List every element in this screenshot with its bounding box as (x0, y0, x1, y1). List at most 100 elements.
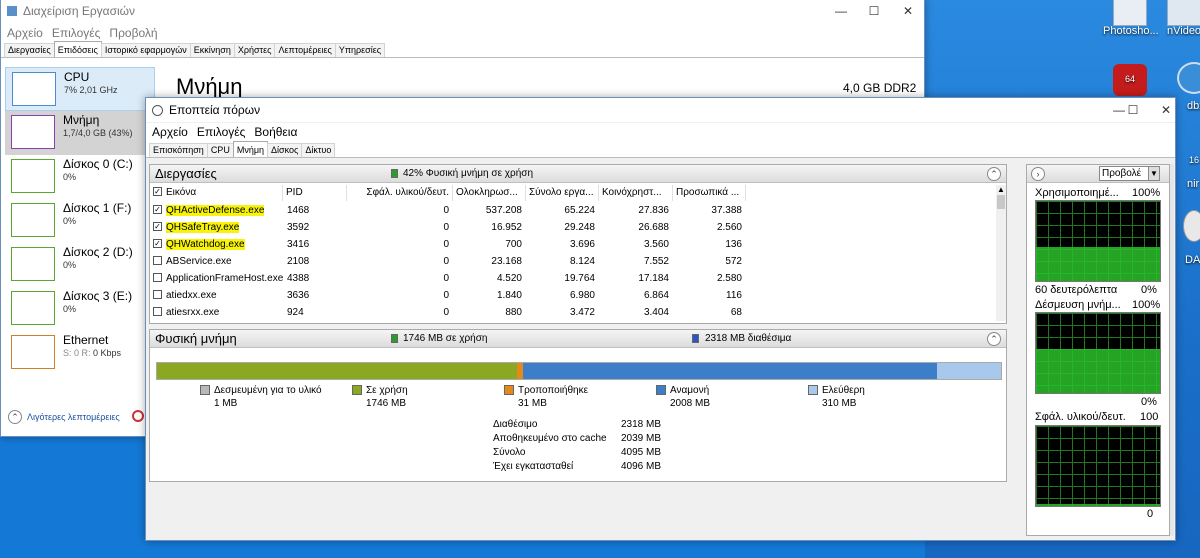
table-cell-private: 37.388 (711, 205, 742, 216)
table-cell-faults: 0 (443, 239, 449, 250)
fewer-details-link[interactable]: Λιγότερες λεπτομέρειες (27, 412, 120, 422)
row-checkbox[interactable]: ✓ (153, 204, 162, 214)
maximize-button[interactable]: ☐ (1118, 99, 1148, 121)
sidebar-item-label: CPU (64, 70, 90, 84)
table-cell-shared: 3.404 (643, 307, 669, 318)
tab-processes[interactable]: Διεργασίες (4, 43, 55, 57)
expand-icon[interactable]: › (1031, 167, 1045, 181)
legend-item: Αναμονή 2008 MB (656, 385, 806, 417)
sidebar-item-ethernet[interactable]: Ethernet S: 0 R: 0 Kbps (5, 331, 155, 375)
column-header[interactable]: Σφάλ. υλικού/δευτ. (347, 185, 453, 201)
close-button[interactable]: ✕ (893, 0, 923, 22)
compass-icon[interactable] (1177, 62, 1200, 94)
disk-thumbnail (11, 203, 55, 237)
graph1-title: Χρησιμοποιημέ... (1035, 187, 1119, 199)
resource-monitor-titlebar[interactable]: Εποπτεία πόρων (146, 98, 1175, 122)
row-checkbox[interactable] (153, 306, 162, 316)
resource-monitor-icon[interactable] (132, 410, 144, 422)
close-button[interactable]: ✕ (1151, 99, 1181, 121)
table-row[interactable]: ABService.exe 2108 0 23.168 8.124 7.552 572 (150, 253, 995, 270)
memory-status: 42% Φυσική μνήμη σε χρήση (403, 168, 534, 179)
tab-users[interactable]: Χρήστες (233, 43, 276, 57)
task-manager-titlebar[interactable]: Διαχείριση Εργασιών (1, 0, 924, 22)
column-header[interactable]: PID (283, 185, 347, 201)
column-header[interactable]: Ολοκληρωσ... (453, 185, 526, 201)
table-cell-commit: 537.208 (485, 205, 522, 216)
menu-options[interactable]: Επιλογές (52, 26, 101, 40)
tab-overview[interactable]: Επισκόπηση (149, 143, 208, 157)
table-cell-commit: 23.168 (491, 256, 522, 267)
maximize-button[interactable]: ☐ (859, 0, 889, 22)
table-row[interactable]: atiedxx.exe 3636 0 1.840 6.980 6.864 116 (150, 287, 995, 304)
menu-view[interactable]: Προβολή (109, 26, 157, 40)
legend-swatch (808, 385, 818, 396)
menu-options[interactable]: Επιλογές (197, 125, 246, 139)
tab-cpu[interactable]: CPU (206, 143, 234, 157)
table-cell-faults: 0 (443, 273, 449, 284)
table-cell-private: 2.560 (716, 222, 742, 233)
scroll-thumb[interactable] (997, 195, 1005, 209)
tab-details[interactable]: Λεπτομέρειες (274, 43, 336, 57)
sidebar-item-disk-2[interactable]: Δίσκος 2 (D:) 0% (5, 243, 155, 287)
tab-disk[interactable]: Δίσκος (267, 143, 303, 157)
column-header[interactable]: Σύνολο εργα... (526, 185, 599, 201)
right-scrollbar[interactable] (1170, 164, 1174, 536)
sidebar-item-disk-1[interactable]: Δίσκος 1 (F:) 0% (5, 199, 155, 243)
table-row[interactable]: atiesrxx.exe 924 0 880 3.472 3.404 68 (150, 304, 995, 320)
table-row[interactable]: ✓ QHWatchdog.exe 3416 0 700 3.696 3.560 136 (150, 236, 995, 253)
table-cell-working: 3.472 (569, 307, 595, 318)
menu-file[interactable]: Αρχείο (152, 125, 188, 139)
process-name: atiedxx.exe (166, 290, 217, 301)
tab-services[interactable]: Υπηρεσίες (334, 43, 386, 57)
collapse-icon[interactable]: ⌃ (8, 410, 22, 424)
edge-label: nir (1187, 178, 1200, 190)
row-checkbox[interactable] (153, 272, 162, 282)
sidebar-item-memory[interactable]: Μνήμη 1,7/4,0 GB (43%) (5, 111, 155, 155)
legend-swatch (352, 385, 362, 396)
table-cell-shared: 17.184 (638, 273, 669, 284)
table-row[interactable]: ApplicationFrameHost.exe 4388 0 4.520 19.764… (150, 270, 995, 287)
disc-icon[interactable] (1183, 210, 1200, 242)
collapse-icon[interactable]: ⌃ (987, 167, 1001, 181)
sidebar-item-cpu[interactable]: CPU 7% 2,01 GHz (5, 67, 155, 111)
physical-memory-header[interactable]: Φυσική μνήμη 1746 MB σε χρήση 2318 MB δι… (150, 330, 1006, 348)
nvidia-icon[interactable] (1167, 0, 1200, 26)
minimize-button[interactable]: — (826, 0, 856, 22)
column-header[interactable]: Κοινόχρηστ... (599, 185, 673, 201)
select-all-checkbox[interactable]: ✓ (153, 186, 162, 196)
processes-header[interactable]: Διεργασίες 42% Φυσική μνήμη σε χρήση ⌃ (150, 165, 1006, 183)
column-header[interactable]: ✓ Εικόνα (150, 185, 283, 201)
chevron-down-icon[interactable]: ▼ (1148, 166, 1160, 181)
tab-network[interactable]: Δίκτυο (301, 143, 336, 157)
legend-value: 310 MB (822, 398, 857, 409)
edge-label: 16 (1189, 155, 1200, 165)
table-row[interactable]: ✓ QHActiveDefense.exe 1468 0 537.208 65.224 27… (150, 202, 995, 219)
graph-fill (1036, 349, 1160, 393)
cpu-thumbnail (12, 72, 56, 106)
row-checkbox[interactable] (153, 289, 162, 299)
ethernet-thumbnail (11, 335, 55, 369)
tab-memory[interactable]: Μνήμη (232, 141, 269, 157)
column-header[interactable]: Προσωπικά ... (673, 185, 746, 201)
table-cell-commit: 16.952 (491, 222, 522, 233)
menu-help[interactable]: Βοήθεια (254, 125, 297, 139)
memory-bar-segment (523, 363, 938, 379)
graph-grid (1036, 426, 1160, 506)
tab-performance[interactable]: Επιδόσεις (53, 41, 102, 57)
table-cell-pid: 3636 (287, 290, 310, 301)
row-checkbox[interactable]: ✓ (153, 221, 162, 231)
sidebar-item-disk-0[interactable]: Δίσκος 0 (C:) 0% (5, 155, 155, 199)
scrollbar[interactable]: ▲ (996, 185, 1006, 321)
scroll-up-icon[interactable]: ▲ (996, 185, 1006, 195)
resource-monitor-window: Εποπτεία πόρων — ☐ ✕ Αρχείο Επιλογές Βοή… (145, 97, 1176, 541)
tab-startup[interactable]: Εκκίνηση (189, 43, 235, 57)
menu-file[interactable]: Αρχείο (7, 26, 43, 40)
collapse-icon[interactable]: ⌃ (987, 332, 1001, 346)
photoshop-icon[interactable] (1113, 0, 1147, 26)
table-row[interactable]: ✓ QHSafeTray.exe 3592 0 16.952 29.248 26.688 2.… (150, 219, 995, 236)
row-checkbox[interactable] (153, 255, 162, 265)
processes-panel: Διεργασίες 42% Φυσική μνήμη σε χρήση ⌃ ✓… (149, 164, 1007, 324)
tab-app-history[interactable]: Ιστορικό εφαρμογών (100, 43, 191, 57)
sidebar-item-disk-3[interactable]: Δίσκος 3 (E:) 0% (5, 287, 155, 331)
row-checkbox[interactable]: ✓ (153, 238, 162, 248)
